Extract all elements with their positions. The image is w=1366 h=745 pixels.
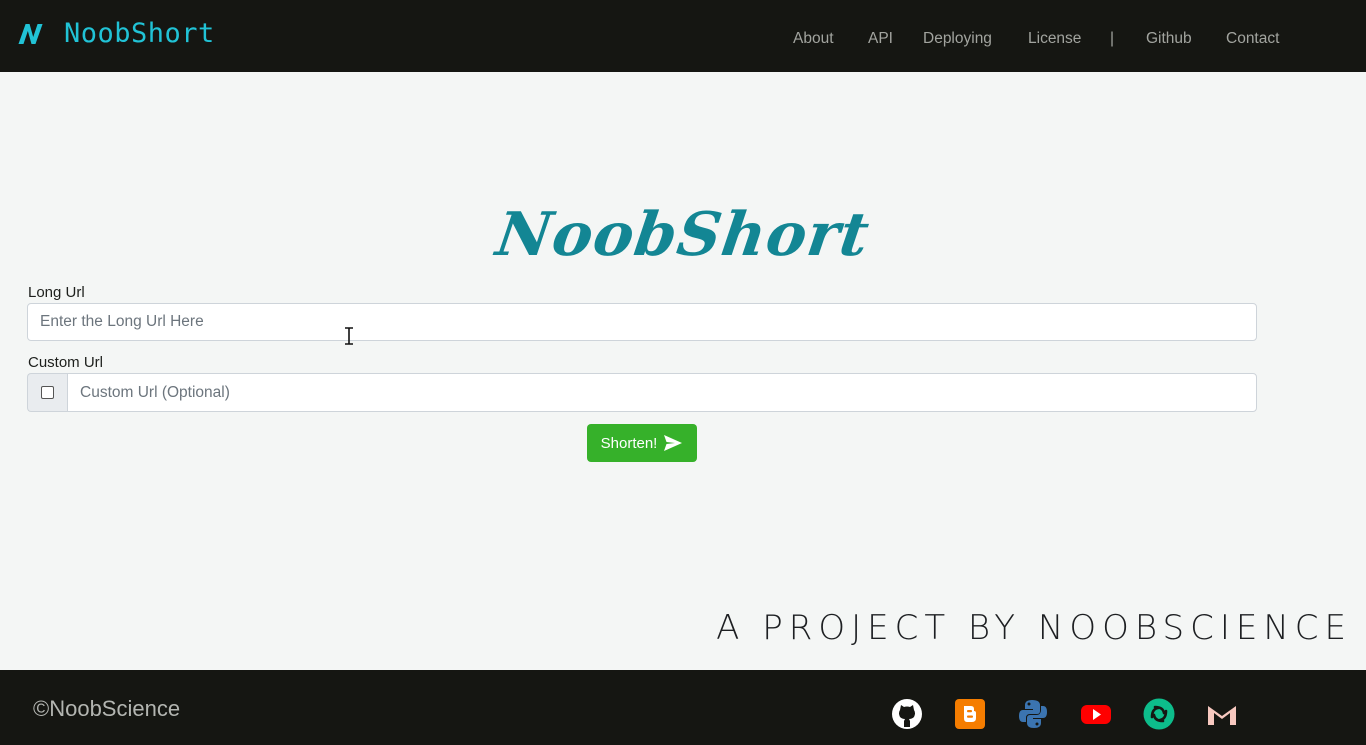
gmail-icon[interactable] [1206, 698, 1238, 730]
custom-url-checkbox-addon [27, 373, 67, 412]
blogger-icon[interactable] [954, 698, 986, 730]
project-tagline: A PROJECT BY NOOBSCIENCE [716, 608, 1352, 648]
shorten-button-label: Shorten! [600, 434, 658, 452]
element-icon[interactable] [1143, 698, 1175, 730]
text-cursor-icon [345, 327, 353, 345]
nav-about[interactable]: About [793, 30, 834, 48]
nav-api[interactable]: API [868, 30, 893, 48]
copyright-text: ©NoobScience [33, 696, 181, 721]
youtube-icon[interactable] [1080, 698, 1112, 730]
nav-deploying[interactable]: Deploying [923, 30, 992, 48]
nav-contact[interactable]: Contact [1226, 30, 1279, 48]
custom-url-group [27, 373, 1257, 412]
footer: ©NoobScience [0, 670, 1366, 745]
custom-url-checkbox[interactable] [41, 386, 54, 399]
nav-menu: About API Deploying License | Github Con… [0, 30, 1366, 52]
hero-title: NoobShort [492, 200, 874, 270]
nav-github[interactable]: Github [1146, 30, 1192, 48]
custom-url-input[interactable] [67, 373, 1257, 412]
top-navbar: NoobShort About API Deploying License | … [0, 0, 1366, 72]
python-icon[interactable] [1017, 698, 1049, 730]
long-url-input[interactable] [27, 303, 1257, 341]
shorten-button[interactable]: Shorten! [587, 424, 697, 462]
paper-plane-icon [664, 435, 683, 451]
github-icon[interactable] [891, 698, 923, 730]
long-url-label: Long Url [28, 284, 85, 301]
nav-license[interactable]: License [1028, 30, 1081, 48]
nav-divider: | [1110, 30, 1115, 47]
custom-url-label: Custom Url [28, 354, 104, 371]
